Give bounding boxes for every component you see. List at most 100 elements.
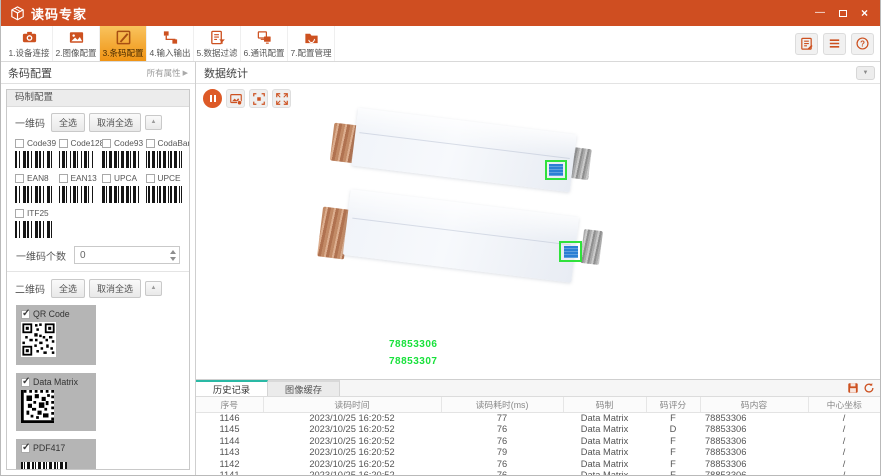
fullscreen-button[interactable] xyxy=(272,89,291,108)
checkbox[interactable] xyxy=(21,444,30,453)
table-row[interactable]: 11422023/10/25 16:20:5276Data MatrixF788… xyxy=(196,459,880,471)
fit-view-button[interactable] xyxy=(249,89,268,108)
barcode-sample xyxy=(15,151,52,168)
toolbar-tab-6[interactable]: 6.通讯配置 xyxy=(241,26,288,61)
log-list-button[interactable] xyxy=(823,33,846,55)
toolbar-tab-5[interactable]: 5.数据过滤 xyxy=(194,26,241,61)
history-table-header: 序号读码时间读码耗时(ms)码制码评分码内容中心坐标 xyxy=(196,397,880,413)
toolbar-tab-2[interactable]: 2.图像配置 xyxy=(53,26,100,61)
collapse-1d-button[interactable]: ▲ xyxy=(145,115,162,130)
barcode-1d-code93[interactable]: Code93 xyxy=(98,135,142,170)
checkbox[interactable] xyxy=(146,139,155,148)
dm-code-label xyxy=(549,164,563,176)
table-row[interactable]: 11442023/10/25 16:20:5276Data MatrixF788… xyxy=(196,436,880,448)
column-header[interactable]: 序号 xyxy=(196,397,263,412)
refresh-button[interactable] xyxy=(862,382,876,395)
table-row[interactable]: 11462023/10/25 16:20:5277Data MatrixF788… xyxy=(196,413,880,425)
detection-box-2 xyxy=(559,241,582,262)
comm-config-icon xyxy=(256,29,273,46)
barcode-name: ITF25 xyxy=(27,208,49,218)
barcode-sample xyxy=(15,186,52,203)
select-all-1d-button[interactable]: 全选 xyxy=(51,113,85,132)
qr-code-sample xyxy=(21,322,56,357)
barcode-sample xyxy=(146,151,183,168)
help-button[interactable]: ? xyxy=(851,33,874,55)
barcode-1d-ean13[interactable]: EAN13 xyxy=(55,170,99,205)
checkbox[interactable] xyxy=(102,139,111,148)
barcode-edit-icon xyxy=(115,29,132,46)
image-capture-button[interactable] xyxy=(226,89,245,108)
main-toolbar: 1.设备连接 2.图像配置 3.条码配置4.输入输出 5.数据过滤 6.通讯配置7.配置… xyxy=(1,26,880,62)
checkbox[interactable] xyxy=(146,174,155,183)
column-header[interactable]: 中心坐标 xyxy=(808,397,880,412)
toolbar-tab-3[interactable]: 3.条码配置 xyxy=(100,26,147,61)
barcode-1d-upce[interactable]: UPCE xyxy=(142,170,186,205)
toolbar-tab-4[interactable]: 4.输入输出 xyxy=(147,26,194,61)
barcode-2d-qr-code[interactable]: QR Code xyxy=(16,305,96,365)
history-table-body: 11462023/10/25 16:20:5277Data MatrixF788… xyxy=(196,413,880,476)
history-tab-2[interactable]: 图像缓存 xyxy=(268,380,340,396)
silver-tab xyxy=(580,229,603,265)
close-icon[interactable]: × xyxy=(861,8,868,18)
deselect-all-2d-button[interactable]: 取消全选 xyxy=(89,279,141,298)
column-header[interactable]: 读码耗时(ms) xyxy=(441,397,563,412)
checkbox[interactable] xyxy=(15,209,24,218)
deselect-all-1d-button[interactable]: 取消全选 xyxy=(89,113,141,132)
minimize-icon[interactable]: — xyxy=(815,8,825,18)
checkbox[interactable] xyxy=(15,174,24,183)
table-row[interactable]: 11412023/10/25 16:20:5276Data MatrixF788… xyxy=(196,470,880,475)
checkbox[interactable] xyxy=(21,378,30,387)
table-row[interactable]: 11452023/10/25 16:20:5276Data MatrixD788… xyxy=(196,424,880,436)
image-viewer[interactable]: 78853306 78853307 xyxy=(196,84,880,379)
barcode-2d-pdf417[interactable]: PDF417 xyxy=(16,439,96,470)
checkbox[interactable] xyxy=(15,139,24,148)
viewer-toolbar xyxy=(203,89,291,108)
toolbar-tab-label: 7.配置管理 xyxy=(290,47,331,59)
table-row[interactable]: 11432023/10/25 16:20:5279Data MatrixF788… xyxy=(196,447,880,459)
fit-view-icon xyxy=(252,92,266,106)
save-history-button[interactable] xyxy=(846,382,860,395)
stats-panel-title: 数据统计 xyxy=(204,65,248,81)
barcode-1d-upca[interactable]: UPCA xyxy=(98,170,142,205)
column-header[interactable]: 码评分 xyxy=(646,397,700,412)
history-tab-1[interactable]: 历史记录 xyxy=(196,380,268,396)
toolbar-tab-1[interactable]: 1.设备连接 xyxy=(6,26,53,61)
checkbox[interactable] xyxy=(59,174,68,183)
column-header[interactable]: 码内容 xyxy=(700,397,808,412)
barcode-2d-data-matrix[interactable]: Data Matrix xyxy=(16,373,96,431)
barcode-1d-code39[interactable]: Code39 xyxy=(11,135,55,170)
count-1d-spinner[interactable]: 0 xyxy=(74,246,180,264)
dm-code-label xyxy=(564,246,578,258)
config-manage-icon xyxy=(303,29,320,46)
all-properties-link[interactable]: 所有属性 ▶ xyxy=(147,67,188,79)
history-rows-area[interactable]: 11462023/10/25 16:20:5277Data MatrixF788… xyxy=(196,413,880,476)
spinner-arrows[interactable] xyxy=(170,247,176,263)
pause-button[interactable] xyxy=(203,89,222,108)
report-button[interactable] xyxy=(795,33,818,55)
toolbar-tab-label: 2.图像配置 xyxy=(55,47,96,59)
toolbar-tab-label: 1.设备连接 xyxy=(8,47,49,59)
select-all-2d-button[interactable]: 全选 xyxy=(51,279,85,298)
toolbar-tab-label: 5.数据过滤 xyxy=(196,47,237,59)
maximize-icon[interactable] xyxy=(839,10,847,17)
column-header[interactable]: 读码时间 xyxy=(263,397,441,412)
barcode-name: UPCE xyxy=(158,173,181,183)
barcode-1d-ean8[interactable]: EAN8 xyxy=(11,170,55,205)
barcode-1d-itf25[interactable]: ITF25 xyxy=(11,205,55,240)
barcode-name: UPCA xyxy=(114,173,137,183)
checkbox[interactable] xyxy=(59,139,68,148)
data-stats-panel: 数据统计 ▼ xyxy=(196,62,880,475)
panel-dropdown-icon[interactable]: ▼ xyxy=(856,66,875,80)
checkbox[interactable] xyxy=(102,174,111,183)
barcode-1d-codabar[interactable]: CodaBar xyxy=(142,135,186,170)
barcode-name: Code39 xyxy=(27,138,56,148)
checkbox[interactable] xyxy=(21,310,30,319)
barcode-name: Code93 xyxy=(114,138,143,148)
toolbar-tab-label: 4.输入输出 xyxy=(149,47,190,59)
app-title: 读码专家 xyxy=(31,4,87,23)
column-header[interactable]: 码制 xyxy=(563,397,646,412)
toolbar-tab-7[interactable]: 7.配置管理 xyxy=(288,26,335,61)
barcode-1d-code128[interactable]: Code128 xyxy=(55,135,99,170)
battery-cell-2 xyxy=(343,189,579,283)
collapse-2d-button[interactable]: ▲ xyxy=(145,281,162,296)
